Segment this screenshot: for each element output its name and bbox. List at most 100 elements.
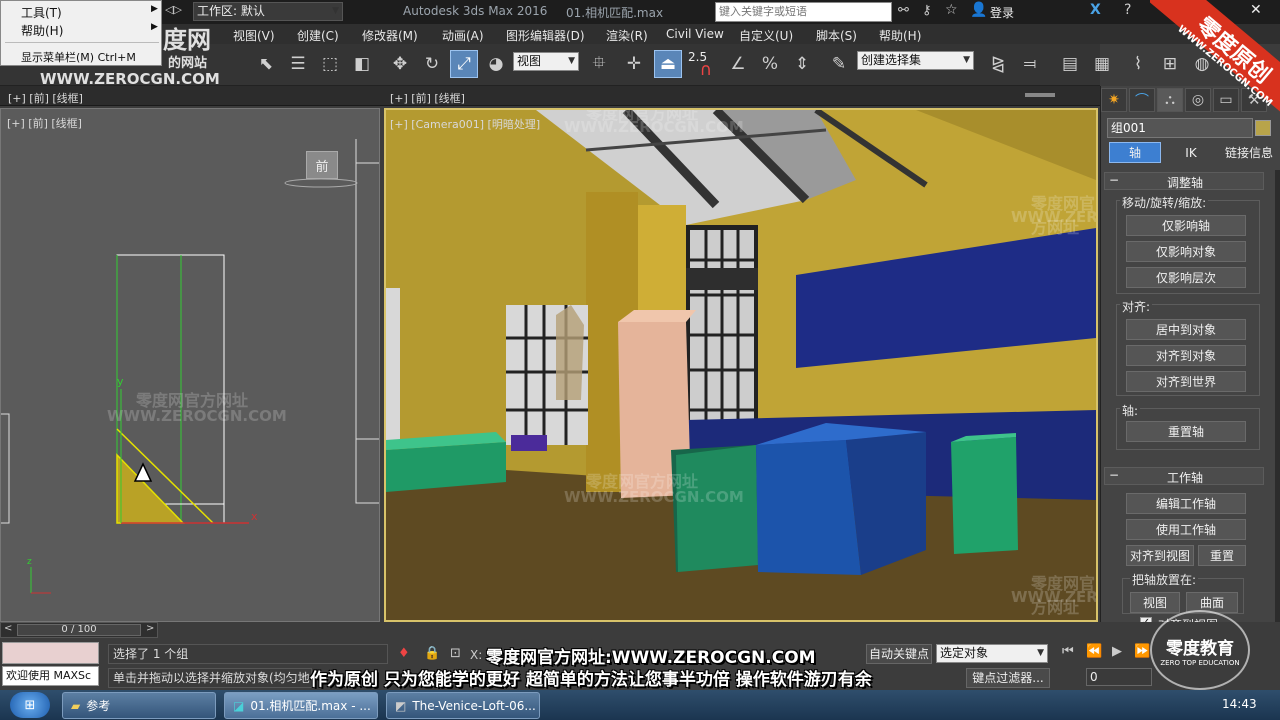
menu-modifiers[interactable]: 修改器(M) — [362, 27, 418, 44]
menu-animation[interactable]: 动画(A) — [442, 27, 484, 44]
absolute-mode-icon[interactable]: ⊡ — [450, 646, 461, 661]
select-by-name-icon[interactable]: ☰ — [284, 50, 312, 78]
working-pivot-rollout[interactable]: − 工作轴 — [1104, 467, 1264, 485]
render-setup-icon[interactable]: ☕ — [1220, 50, 1248, 78]
panel-scrollbar[interactable] — [1275, 170, 1280, 640]
percent-snap-icon[interactable]: % — [756, 50, 784, 78]
align-to-view-button[interactable]: 对齐到视图 — [1126, 545, 1194, 566]
align-to-object-button[interactable]: 对齐到对象 — [1126, 345, 1246, 366]
quick-access-toolbar[interactable]: ◁▷ — [165, 3, 193, 21]
close-icon[interactable]: ✕ — [1250, 2, 1262, 18]
menu-show-menubar[interactable]: 显示菜单栏(M) Ctrl+M — [21, 49, 136, 65]
tab-ik[interactable]: IK — [1165, 142, 1217, 163]
tab-pivot[interactable]: 轴 — [1109, 142, 1161, 163]
user-icon[interactable]: 👤 — [970, 2, 987, 18]
snaps-toggle-icon[interactable]: ∩ — [692, 56, 720, 84]
viewport-label[interactable]: [+] [Camera001] [明暗处理] — [390, 116, 540, 132]
selected-object-dropdown[interactable]: 选定对象 — [936, 644, 1048, 663]
auto-key-button[interactable]: 自动关键点 — [866, 644, 932, 664]
place-view-button[interactable]: 视图 — [1130, 592, 1180, 613]
tab-link-info[interactable]: 链接信息 — [1219, 142, 1279, 163]
star-icon[interactable]: ☆ — [945, 2, 958, 18]
top-left-viewport-label[interactable]: [+] [前] [线框] — [8, 90, 83, 106]
menu-tools[interactable]: 工具(T) — [21, 4, 62, 21]
keyboard-shortcut-icon[interactable]: ⏏ — [654, 50, 682, 78]
object-color-swatch[interactable] — [1255, 120, 1271, 136]
menu-graph-editors[interactable]: 图形编辑器(D) — [506, 27, 585, 44]
start-button-icon[interactable]: ⊞ — [10, 692, 50, 718]
object-name-field[interactable]: 组001 — [1107, 118, 1253, 138]
menu-scripting[interactable]: 脚本(S) — [816, 27, 857, 44]
taskbar-image-button[interactable]: ◩ The-Venice-Loft-06... — [386, 692, 540, 719]
help-icon[interactable]: ? — [1124, 2, 1131, 18]
exchange-icon[interactable]: X — [1090, 2, 1101, 18]
menu-rendering[interactable]: 渲染(R) — [606, 27, 648, 44]
create-tab-icon[interactable]: ✷ — [1101, 88, 1127, 112]
region-select-icon[interactable]: ⬚ — [316, 50, 344, 78]
maxscript-listener-top[interactable] — [2, 642, 99, 664]
camera-viewport[interactable]: [+] [Camera001] [明暗处理] 零度网官方网址 WWW.ZEROC… — [384, 108, 1098, 622]
rotate-icon[interactable]: ↻ — [418, 50, 446, 78]
workspace-dropdown[interactable]: 工作区: 默认 — [193, 2, 343, 21]
reset-pivot-button[interactable]: 重置轴 — [1126, 421, 1246, 442]
curve-editor-icon[interactable]: ⌇ — [1124, 50, 1152, 78]
adjust-pivot-rollout[interactable]: − 调整轴 — [1104, 172, 1264, 190]
scale-icon[interactable]: ⤢ — [450, 50, 478, 78]
timeline-prev-icon[interactable]: < — [4, 623, 12, 634]
modify-tab-icon[interactable]: ⌒ — [1129, 88, 1155, 112]
align-icon[interactable]: ⫤ — [1016, 50, 1044, 78]
motion-tab-icon[interactable]: ◎ — [1185, 88, 1211, 112]
menu-help-ctx[interactable]: 帮助(H) — [21, 22, 63, 39]
go-to-start-icon[interactable]: ⏮ — [1062, 644, 1074, 659]
taskbar-3dsmax-button[interactable]: ◪ 01.相机匹配.max - ... — [224, 692, 378, 719]
prev-frame-icon[interactable]: ⏪ — [1086, 644, 1102, 659]
edit-named-selection-icon[interactable]: ✎ — [825, 50, 853, 78]
window-crossing-icon[interactable]: ◧ — [348, 50, 376, 78]
lock-icon[interactable]: 🔒 — [424, 646, 440, 661]
utilities-tab-icon[interactable]: ⚒ — [1241, 88, 1267, 112]
viewcube[interactable]: 前 — [306, 151, 338, 179]
center-to-object-button[interactable]: 居中到对象 — [1126, 319, 1246, 340]
front-viewport[interactable]: [+] [前] [线框] 前 y x z 零度网官方网址 WWW.ZEROCGN… — [0, 108, 380, 622]
use-working-pivot-button[interactable]: 使用工作轴 — [1126, 519, 1246, 540]
schematic-view-icon[interactable]: ⊞ — [1156, 50, 1184, 78]
hierarchy-tab-icon[interactable]: ⛬ — [1157, 88, 1183, 112]
scene-explorer-icon[interactable]: ▦ — [1088, 50, 1116, 78]
reference-coord-dropdown[interactable]: 视图 — [513, 52, 579, 71]
taskbar-folder-button[interactable]: ▰ 参考 — [62, 692, 216, 719]
top-right-viewport-label[interactable]: [+] [前] [线框] — [390, 90, 465, 106]
login-link[interactable]: 登录 — [990, 4, 1014, 21]
key-filters-button[interactable]: 键点过滤器... — [966, 668, 1050, 688]
menu-help[interactable]: 帮助(H) — [879, 27, 921, 44]
current-frame-field[interactable]: 0 — [1086, 668, 1152, 686]
spinner-snap-icon[interactable]: ⇕ — [788, 50, 816, 78]
reset-working-pivot-button[interactable]: 重置 — [1198, 545, 1246, 566]
edit-working-pivot-button[interactable]: 编辑工作轴 — [1126, 493, 1246, 514]
play-icon[interactable]: ▶ — [1112, 644, 1122, 659]
timeline-next-icon[interactable]: > — [146, 623, 154, 634]
key-icon[interactable]: ⚷ — [922, 3, 932, 18]
binoculars-icon[interactable]: ⚯ — [898, 3, 909, 18]
timeline-slider[interactable]: < 0 / 100 > — [0, 622, 158, 638]
named-selection-dropdown[interactable]: 创建选择集 — [857, 51, 974, 70]
search-input[interactable] — [715, 2, 892, 22]
menu-civil-view[interactable]: Civil View — [666, 27, 724, 41]
affect-hierarchy-only-button[interactable]: 仅影响层次 — [1126, 267, 1246, 288]
pivot-center-icon[interactable]: ⯐ — [585, 50, 613, 78]
display-tab-icon[interactable]: ▭ — [1213, 88, 1239, 112]
move-icon[interactable]: ✥ — [386, 50, 414, 78]
menu-view[interactable]: 视图(V) — [233, 27, 275, 44]
material-editor-icon[interactable]: ◍ — [1188, 50, 1216, 78]
menu-create[interactable]: 创建(C) — [297, 27, 339, 44]
select-object-icon[interactable]: ⬉ — [252, 50, 280, 78]
ribbon-handle[interactable] — [1025, 93, 1055, 97]
timeline-thumb[interactable]: 0 / 100 — [17, 624, 141, 636]
mirror-icon[interactable]: ⧎ — [984, 50, 1012, 78]
isolate-icon[interactable]: ♦ — [398, 646, 410, 661]
maxscript-listener[interactable]: 欢迎使用 MAXSc — [2, 666, 99, 686]
affect-object-only-button[interactable]: 仅影响对象 — [1126, 241, 1246, 262]
affect-pivot-only-button[interactable]: 仅影响轴 — [1126, 215, 1246, 236]
menu-customize[interactable]: 自定义(U) — [739, 27, 793, 44]
angle-snap-icon[interactable]: ∠ — [724, 50, 752, 78]
layer-manager-icon[interactable]: ▤ — [1056, 50, 1084, 78]
